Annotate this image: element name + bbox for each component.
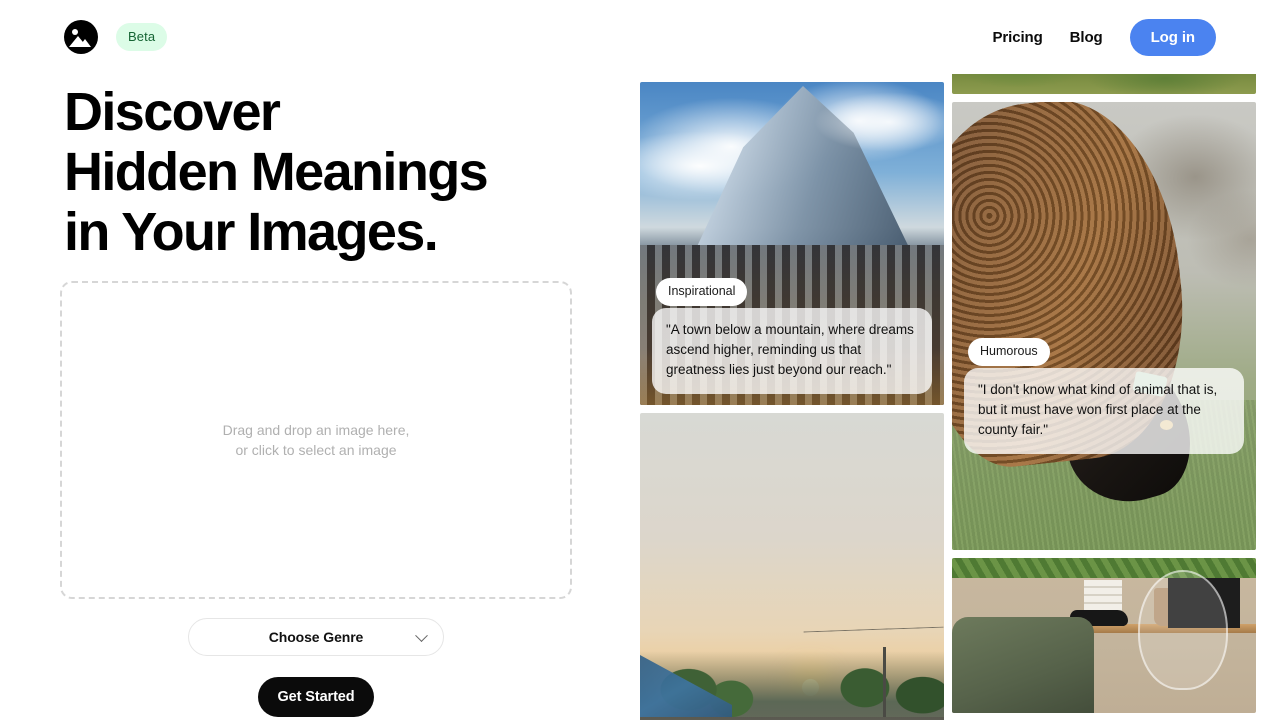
- image-gallery: Inspirational "A town below a mountain, …: [640, 0, 1280, 720]
- gallery-column-left: Inspirational "A town below a mountain, …: [640, 82, 944, 720]
- cloud-shape: [814, 92, 944, 152]
- genre-tag[interactable]: Humorous: [968, 338, 1050, 366]
- brand[interactable]: Beta: [64, 20, 168, 54]
- nav-link-pricing[interactable]: Pricing: [993, 29, 1043, 46]
- page-title: Discover Hidden Meanings in Your Images.: [64, 82, 584, 262]
- landing-page: Beta Pricing Blog Log in Discover Hidden…: [0, 0, 1280, 720]
- green-plant-wall-shape: [952, 558, 1256, 578]
- sheep-grazing-photo: [952, 102, 1256, 550]
- page-title-line-3: in Your Images.: [64, 202, 439, 262]
- genre-select[interactable]: Choose Genre: [188, 618, 444, 656]
- gallery-card[interactable]: Humorous "I don't know what kind of anim…: [952, 102, 1256, 550]
- image-dropzone[interactable]: Drag and drop an image here, or click to…: [60, 281, 572, 599]
- genre-select-label: Choose Genre: [268, 629, 364, 645]
- dropzone-hint-line-1: Drag and drop an image here,: [222, 422, 410, 438]
- main-nav: Pricing Blog Log in: [993, 18, 1216, 56]
- get-started-button[interactable]: Get Started: [258, 677, 374, 717]
- nav-link-blog[interactable]: Blog: [1070, 29, 1103, 46]
- beta-badge: Beta: [116, 23, 168, 51]
- living-room-photo: [952, 558, 1256, 713]
- sunset-street-photo: [640, 413, 944, 720]
- clear-chair-shape: [1138, 570, 1228, 690]
- logo-mountain-small-shape: [79, 39, 91, 47]
- site-header: Beta Pricing Blog Log in: [0, 0, 1280, 74]
- chevron-down-icon: [415, 629, 428, 643]
- gallery-card[interactable]: [640, 413, 944, 720]
- green-sofa-shape: [952, 617, 1094, 713]
- hero-panel: Discover Hidden Meanings in Your Images.…: [0, 74, 640, 720]
- gallery-column-right: destination." Humorous "I don't know wha…: [952, 0, 1256, 720]
- dropzone-hint-line-2: or click to select an image: [235, 442, 397, 458]
- login-button[interactable]: Log in: [1129, 18, 1216, 56]
- image-logo-icon[interactable]: [64, 20, 98, 54]
- gallery-card[interactable]: Inspirational "A town below a mountain, …: [640, 82, 944, 405]
- gallery-card[interactable]: [952, 558, 1256, 713]
- quote-caption: "A town below a mountain, where dreams a…: [652, 308, 932, 394]
- quote-caption: "I don't know what kind of animal that i…: [964, 368, 1244, 454]
- logo-sun-shape: [72, 29, 78, 35]
- page-title-line-1: Discover: [64, 82, 281, 142]
- page-title-line-2: Hidden Meanings: [64, 142, 489, 202]
- genre-tag[interactable]: Inspirational: [656, 278, 748, 306]
- utility-pole-shape: [883, 647, 886, 719]
